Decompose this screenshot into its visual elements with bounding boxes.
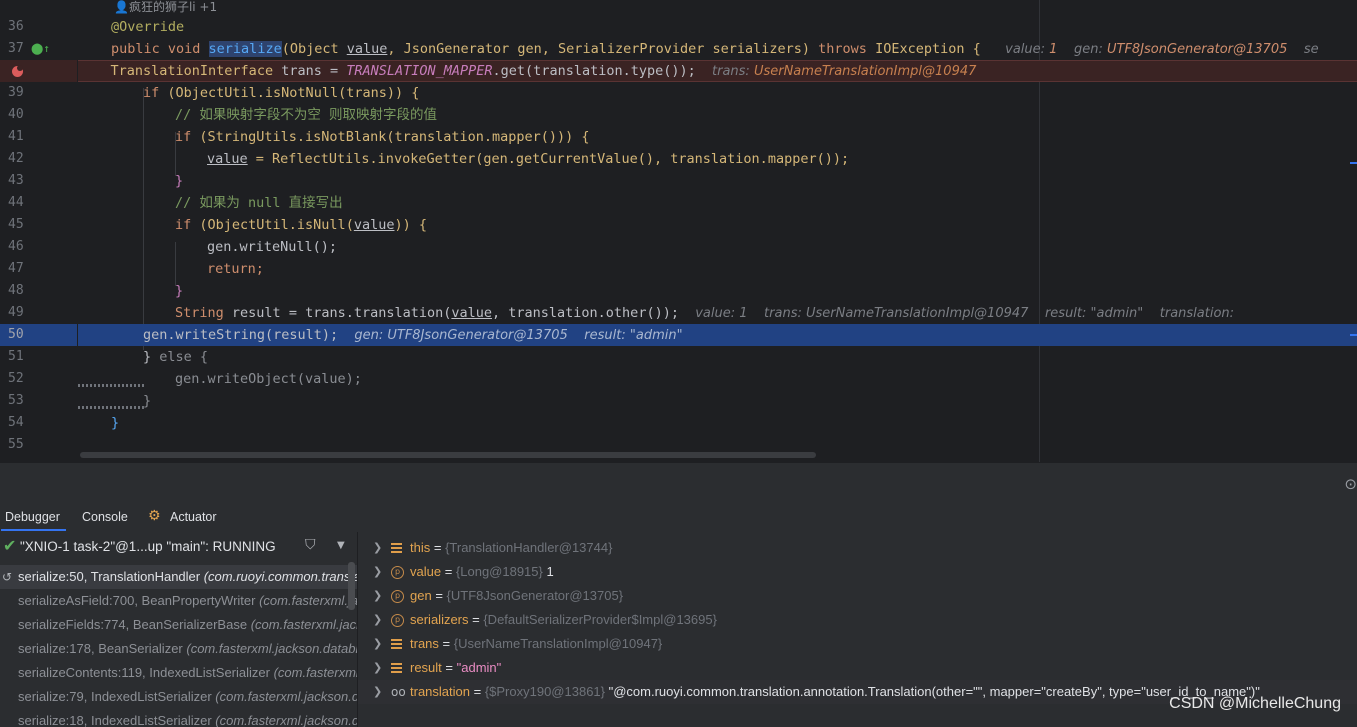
expand-arrow-icon[interactable]: ❯ (373, 656, 382, 680)
gutter-line: 55 (8, 437, 24, 452)
watermark: CSDN @MichelleChung (1169, 695, 1341, 712)
tab-console[interactable]: Console (82, 510, 128, 524)
code-line-39: if (ObjectUtil.isNotNull(trans)) { (143, 85, 420, 101)
gutter-line: 52 (8, 371, 24, 386)
code-line-41: if (StringUtils.isNotBlank(translation.m… (175, 129, 590, 145)
inline-hint: trans: UserNameTranslationImpl@10947 (712, 64, 977, 79)
inline-hint: value: 1 gen: UTF8JsonGenerator@13705 se (1005, 42, 1319, 57)
inspection-underline (78, 406, 144, 409)
expand-arrow-icon[interactable]: ❯ (373, 584, 382, 608)
stack-frame[interactable]: serializeAsField:700, BeanPropertyWriter… (0, 589, 357, 613)
code-line-52: gen.writeObject(value); (175, 371, 362, 387)
parameter-icon: p (391, 590, 404, 603)
field-icon (391, 639, 402, 649)
gutter-line: 41 (8, 129, 24, 144)
code-line-45: if (ObjectUtil.isNull(value)) { (175, 217, 427, 233)
parameter-icon: p (391, 614, 404, 627)
code-area[interactable]: 👤疯狂的狮子li +1 @Override public void serial… (78, 0, 1357, 462)
code-editor[interactable]: 36 37 ⬤↑ 39 40 41 42 43 44 45 46 47 48 49… (0, 0, 1357, 462)
stack-frame[interactable]: ↺ serialize:50, TranslationHandler (com.… (0, 565, 357, 589)
inline-hint: gen: UTF8JsonGenerator@13705 result: "ad… (354, 328, 683, 343)
expand-arrow-icon[interactable]: ❯ (373, 560, 382, 584)
line-gutter[interactable]: 36 37 ⬤↑ 39 40 41 42 43 44 45 46 47 48 49… (0, 0, 77, 462)
checkmark-icon: ✔ (3, 536, 17, 555)
debugger-tab-bar: Debugger Console Actuator (0, 504, 1357, 533)
code-line-54: } (111, 415, 120, 431)
code-line-43: } (175, 173, 184, 189)
vertical-scrollbar[interactable] (348, 562, 355, 610)
stack-frame[interactable]: serialize:178, BeanSerializer (com.faste… (0, 637, 357, 661)
gutter-line: 46 (8, 239, 24, 254)
expand-arrow-icon[interactable]: ❯ (373, 632, 382, 656)
gutter-line: 45 (8, 217, 24, 232)
stack-frame[interactable]: serializeFields:774, BeanSerializerBase … (0, 613, 357, 637)
tab-actuator[interactable]: Actuator (170, 510, 217, 524)
variable-row[interactable]: ❯ p gen = {UTF8JsonGenerator@13705} (358, 584, 1357, 608)
gutter-line: 36 (8, 19, 24, 34)
inspection-underline (78, 384, 144, 387)
parameter-icon: p (391, 566, 404, 579)
variable-row[interactable]: ❯ this = {TranslationHandler@13744} (358, 536, 1357, 560)
variable-row[interactable]: ❯ trans = {UserNameTranslationImpl@10947… (358, 632, 1357, 656)
horizontal-scrollbar[interactable] (80, 452, 816, 458)
scroll-marker (1350, 162, 1357, 164)
gutter-line: 43 (8, 173, 24, 188)
code-line-40: // 如果映射字段不为空 则取映射字段的值 (175, 107, 438, 123)
gutter-line: 40 (8, 107, 24, 122)
gutter-line: 54 (8, 415, 24, 430)
person-icon: 👤 (114, 0, 129, 14)
variable-row[interactable]: ❯ result = "admin" (358, 656, 1357, 680)
gutter-line: 39 (8, 85, 24, 100)
gutter-line: 44 (8, 195, 24, 210)
tab-debugger[interactable]: Debugger (1, 510, 66, 531)
gutter-line: 47 (8, 261, 24, 276)
code-line-44: // 如果为 null 直接写出 (175, 195, 343, 211)
expand-arrow-icon[interactable]: ❯ (373, 680, 382, 704)
gutter-line-breakpoint[interactable] (0, 60, 77, 82)
variable-row[interactable]: ❯ p serializers = {DefaultSerializerProv… (358, 608, 1357, 632)
stack-frame[interactable]: serialize:18, IndexedListSerializer (com… (0, 709, 357, 727)
return-icon: ↺ (2, 570, 13, 584)
override-icon[interactable]: ⬤↑ (31, 42, 50, 55)
thread-selector[interactable]: ✔ "XNIO-1 task-2"@1...up "main": RUNNING… (0, 532, 357, 562)
gutter-line: 53 (8, 393, 24, 408)
chevron-down-icon[interactable]: ▼ (337, 540, 345, 551)
code-line-48: } (175, 283, 184, 299)
watch-glasses-icon: oo (391, 685, 406, 699)
tool-window-header: ⊙ (0, 462, 1357, 505)
code-line-50-current: gen.writeString(result); gen: UTF8JsonGe… (78, 324, 1357, 346)
field-icon (391, 543, 402, 553)
indent-guide (143, 88, 144, 350)
actuator-icon: ⚙ (148, 508, 161, 524)
code-line-46: gen.writeNull(); (207, 239, 338, 255)
field-icon (391, 663, 402, 673)
code-line-51: } else { (143, 349, 209, 365)
gutter-line: 48 (8, 283, 24, 298)
code-line-36: @Override (111, 19, 185, 35)
filter-icon[interactable]: ⛉ (305, 537, 316, 553)
gutter-line: 42 (8, 151, 24, 166)
stack-frame[interactable]: serializeContents:119, IndexedListSerial… (0, 661, 357, 685)
code-line-42: value = ReflectUtils.invokeGetter(gen.ge… (207, 151, 850, 167)
gutter-line: 49 (8, 305, 24, 320)
variable-row[interactable]: ❯ p value = {Long@18915} 1 (358, 560, 1357, 584)
expand-arrow-icon[interactable]: ❯ (373, 536, 382, 560)
frames-panel[interactable]: ✔ "XNIO-1 task-2"@1...up "main": RUNNING… (0, 532, 358, 727)
stack-frame[interactable]: serialize:79, IndexedListSerializer (com… (0, 685, 357, 709)
code-line-37: public void serialize(Object value, Json… (111, 41, 1319, 57)
author-hint[interactable]: 👤疯狂的狮子li +1 (114, 0, 217, 14)
expand-arrow-icon[interactable]: ❯ (373, 608, 382, 632)
more-options-icon[interactable]: ⊙ (1344, 475, 1357, 493)
code-line-38-breakpoint: TranslationInterface trans = TRANSLATION… (78, 60, 1357, 82)
code-line-53: } (143, 393, 152, 409)
breakpoint-icon[interactable] (12, 65, 23, 77)
code-line-49: String result = trans.translation(value,… (175, 305, 1235, 321)
scroll-marker (1350, 334, 1357, 336)
gutter-line-current: 50 (0, 324, 77, 346)
gutter-line: 37 ⬤↑ (8, 41, 50, 56)
inline-hint: value: 1 trans: UserNameTranslationImpl@… (695, 306, 1235, 321)
gutter-line: 51 (8, 349, 24, 364)
code-line-47: return; (207, 261, 264, 277)
